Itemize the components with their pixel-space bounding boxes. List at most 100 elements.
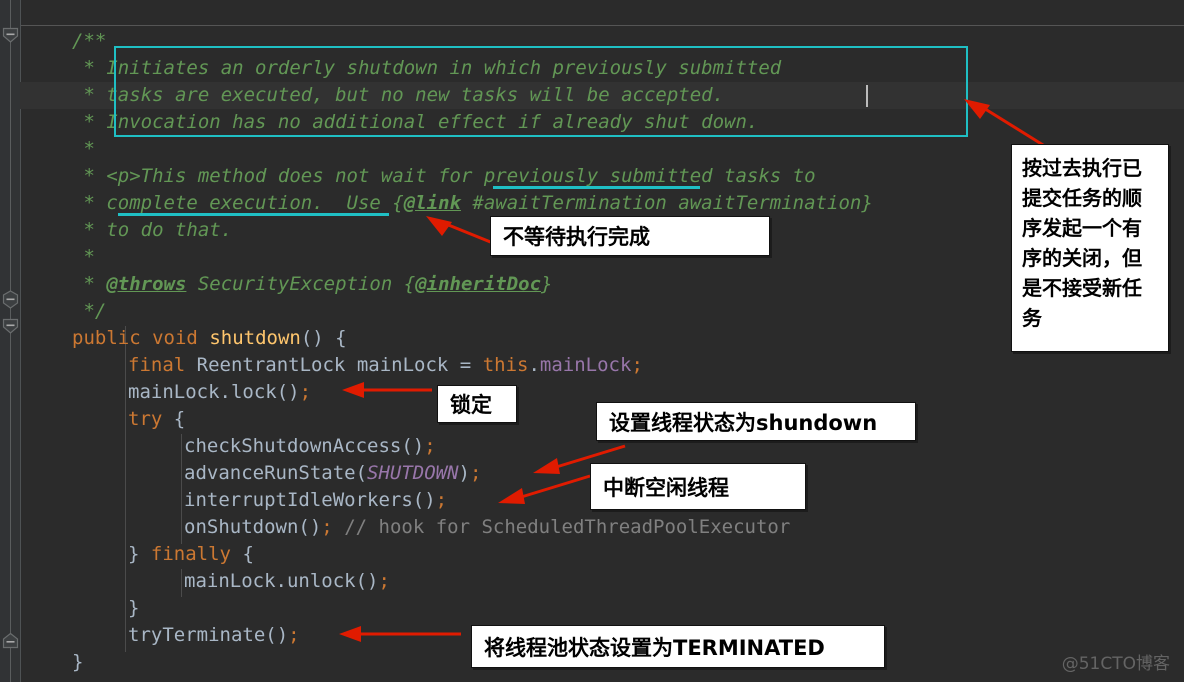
- code-line-17: advanceRunState(SHUTDOWN);: [184, 460, 481, 487]
- code-line-8: * to do that.: [72, 217, 232, 244]
- token-doc-link-tag[interactable]: @link: [404, 192, 461, 214]
- underline-not-wait: [493, 186, 700, 189]
- token-semicolon: ;: [631, 354, 643, 376]
- token-keyword-finally: finally: [150, 543, 231, 565]
- token-keyword-public: public: [72, 327, 141, 349]
- token-doc-inheritdoc-tag[interactable]: @inheritDoc: [415, 273, 541, 295]
- token-semicolon: ;: [470, 462, 482, 484]
- token-semicolon: ;: [378, 570, 390, 592]
- callout-text: 中断空闲线程: [603, 475, 729, 500]
- code-line-4: * Invocation has no additional effect if…: [72, 109, 758, 136]
- token-doc-star-only: *: [72, 138, 95, 160]
- code-line-11: */: [72, 298, 106, 325]
- source-code[interactable]: /** * Initiates an orderly shutdown in w…: [0, 0, 1184, 682]
- callout-line: 序的关闭，但: [1022, 246, 1142, 270]
- callout-orderly-shutdown-note: 按过去执行已 提交任务的顺 序发起一个有 序的关闭，但 是不接受新任 务: [1011, 144, 1169, 352]
- callout-text: 设置线程状态为shundown: [609, 410, 878, 435]
- token-doc-star: *: [72, 57, 107, 79]
- code-line-23: tryTerminate();: [128, 622, 300, 649]
- token-semicolon: ;: [288, 624, 300, 646]
- token-doc-star: *: [72, 273, 107, 295]
- code-line-3: * tasks are executed, but no new tasks w…: [72, 82, 724, 109]
- token-call-checkshutdownaccess: checkShutdownAccess(): [184, 435, 425, 457]
- token-brace-close: }: [128, 597, 140, 619]
- code-line-1: /**: [72, 28, 106, 55]
- callout-set-pool-terminated: 将线程池状态设置为TERMINATED: [471, 625, 885, 668]
- code-line-2: * Initiates an orderly shutdown in which…: [72, 55, 781, 82]
- token-call-advancerunstate-open: advanceRunState(: [184, 462, 368, 484]
- token-keyword-try: try: [128, 408, 163, 430]
- underline-complete-execution: [118, 213, 389, 216]
- callout-line: 按过去执行已: [1022, 156, 1142, 180]
- token-equals: =: [459, 354, 472, 376]
- callout-line: 序发起一个有: [1022, 216, 1142, 240]
- watermark: @51CTO博客: [1061, 654, 1170, 674]
- token-method-shutdown: shutdown: [209, 327, 301, 349]
- token-semicolon: ;: [435, 489, 448, 511]
- token-doc-throws-tag[interactable]: @throws: [106, 273, 186, 295]
- token-doc-throws-rest: SecurityException {: [186, 273, 416, 295]
- code-line-6: * <p>This method does not wait for previ…: [72, 163, 815, 190]
- token-parens-open-brace: () {: [300, 327, 347, 349]
- code-line-20: } finally {: [128, 541, 254, 568]
- token-doc-star: *: [72, 192, 107, 214]
- code-line-12: public void shutdown() {: [72, 325, 347, 352]
- token-brace-open: {: [173, 408, 186, 430]
- token-brace-close: }: [128, 543, 140, 565]
- callout-line: 提交任务的顺: [1022, 186, 1142, 210]
- code-line-18: interruptIdleWorkers();: [184, 487, 447, 514]
- text-caret: [866, 85, 868, 107]
- token-doc-line-1: Initiates an orderly shutdown in which p…: [106, 57, 782, 79]
- token-keyword-void: void: [152, 327, 198, 349]
- token-semicolon: ;: [321, 516, 333, 538]
- callout-interrupt-idle: 中断空闲线程: [590, 463, 806, 510]
- callout-line: 务: [1022, 306, 1042, 330]
- token-doc-close: */: [72, 300, 107, 322]
- token-doc-line-2: tasks are executed, but no new tasks wil…: [106, 84, 725, 106]
- token-keyword-this: this: [482, 354, 529, 376]
- code-line-15: try {: [128, 406, 185, 433]
- callout-line: 是不接受新任: [1022, 276, 1142, 300]
- token-keyword-final: final: [128, 354, 186, 376]
- code-line-22: }: [128, 595, 139, 622]
- token-call-interruptidleworkers: interruptIdleWorkers(): [184, 489, 436, 511]
- code-line-24: }: [72, 649, 83, 676]
- callout-text: 锁定: [450, 393, 492, 417]
- token-brace-open: {: [242, 543, 254, 565]
- token-doc-open: /**: [72, 30, 107, 52]
- code-line-5: *: [72, 136, 95, 163]
- token-doc-line-6a: complete execution. Use {: [106, 192, 404, 214]
- callout-no-wait: 不等待执行完成: [490, 216, 770, 256]
- token-field-mainlock: mainLock: [539, 354, 632, 376]
- token-call-onshutdown: onShutdown(): [184, 516, 322, 538]
- code-line-10: * @throws SecurityException {@inheritDoc…: [72, 271, 552, 298]
- callout-set-state-shutdown: 设置线程状态为shundown: [596, 402, 916, 441]
- callout-text: 将线程池状态设置为TERMINATED: [484, 635, 825, 660]
- token-var-mainlock: mainLock: [356, 354, 449, 376]
- code-line-13: final ReentrantLock mainLock = this.main…: [128, 352, 643, 379]
- token-dot: .: [528, 354, 540, 376]
- code-line-21: mainLock.unlock();: [184, 568, 390, 595]
- token-type-reentrantlock: ReentrantLock: [196, 354, 346, 376]
- token-doc-star: *: [72, 111, 107, 133]
- token-brace-close: }: [72, 651, 84, 673]
- token-call-advancerunstate-close: ): [458, 462, 470, 484]
- token-semicolon: ;: [424, 435, 436, 457]
- token-doc-star: *: [72, 219, 107, 241]
- token-call-mainlock-lock: mainLock.lock(): [128, 381, 300, 403]
- token-doc-brace-close: }: [541, 273, 553, 295]
- code-editor-screenshot: /** * Initiates an orderly shutdown in w…: [0, 0, 1184, 682]
- token-call-tryterminate: tryTerminate(): [128, 624, 289, 646]
- code-line-14: mainLock.lock();: [128, 379, 311, 406]
- token-doc-star: *: [72, 165, 107, 187]
- code-line-16: checkShutdownAccess();: [184, 433, 436, 460]
- token-doc-p-tag: <p>: [106, 165, 141, 187]
